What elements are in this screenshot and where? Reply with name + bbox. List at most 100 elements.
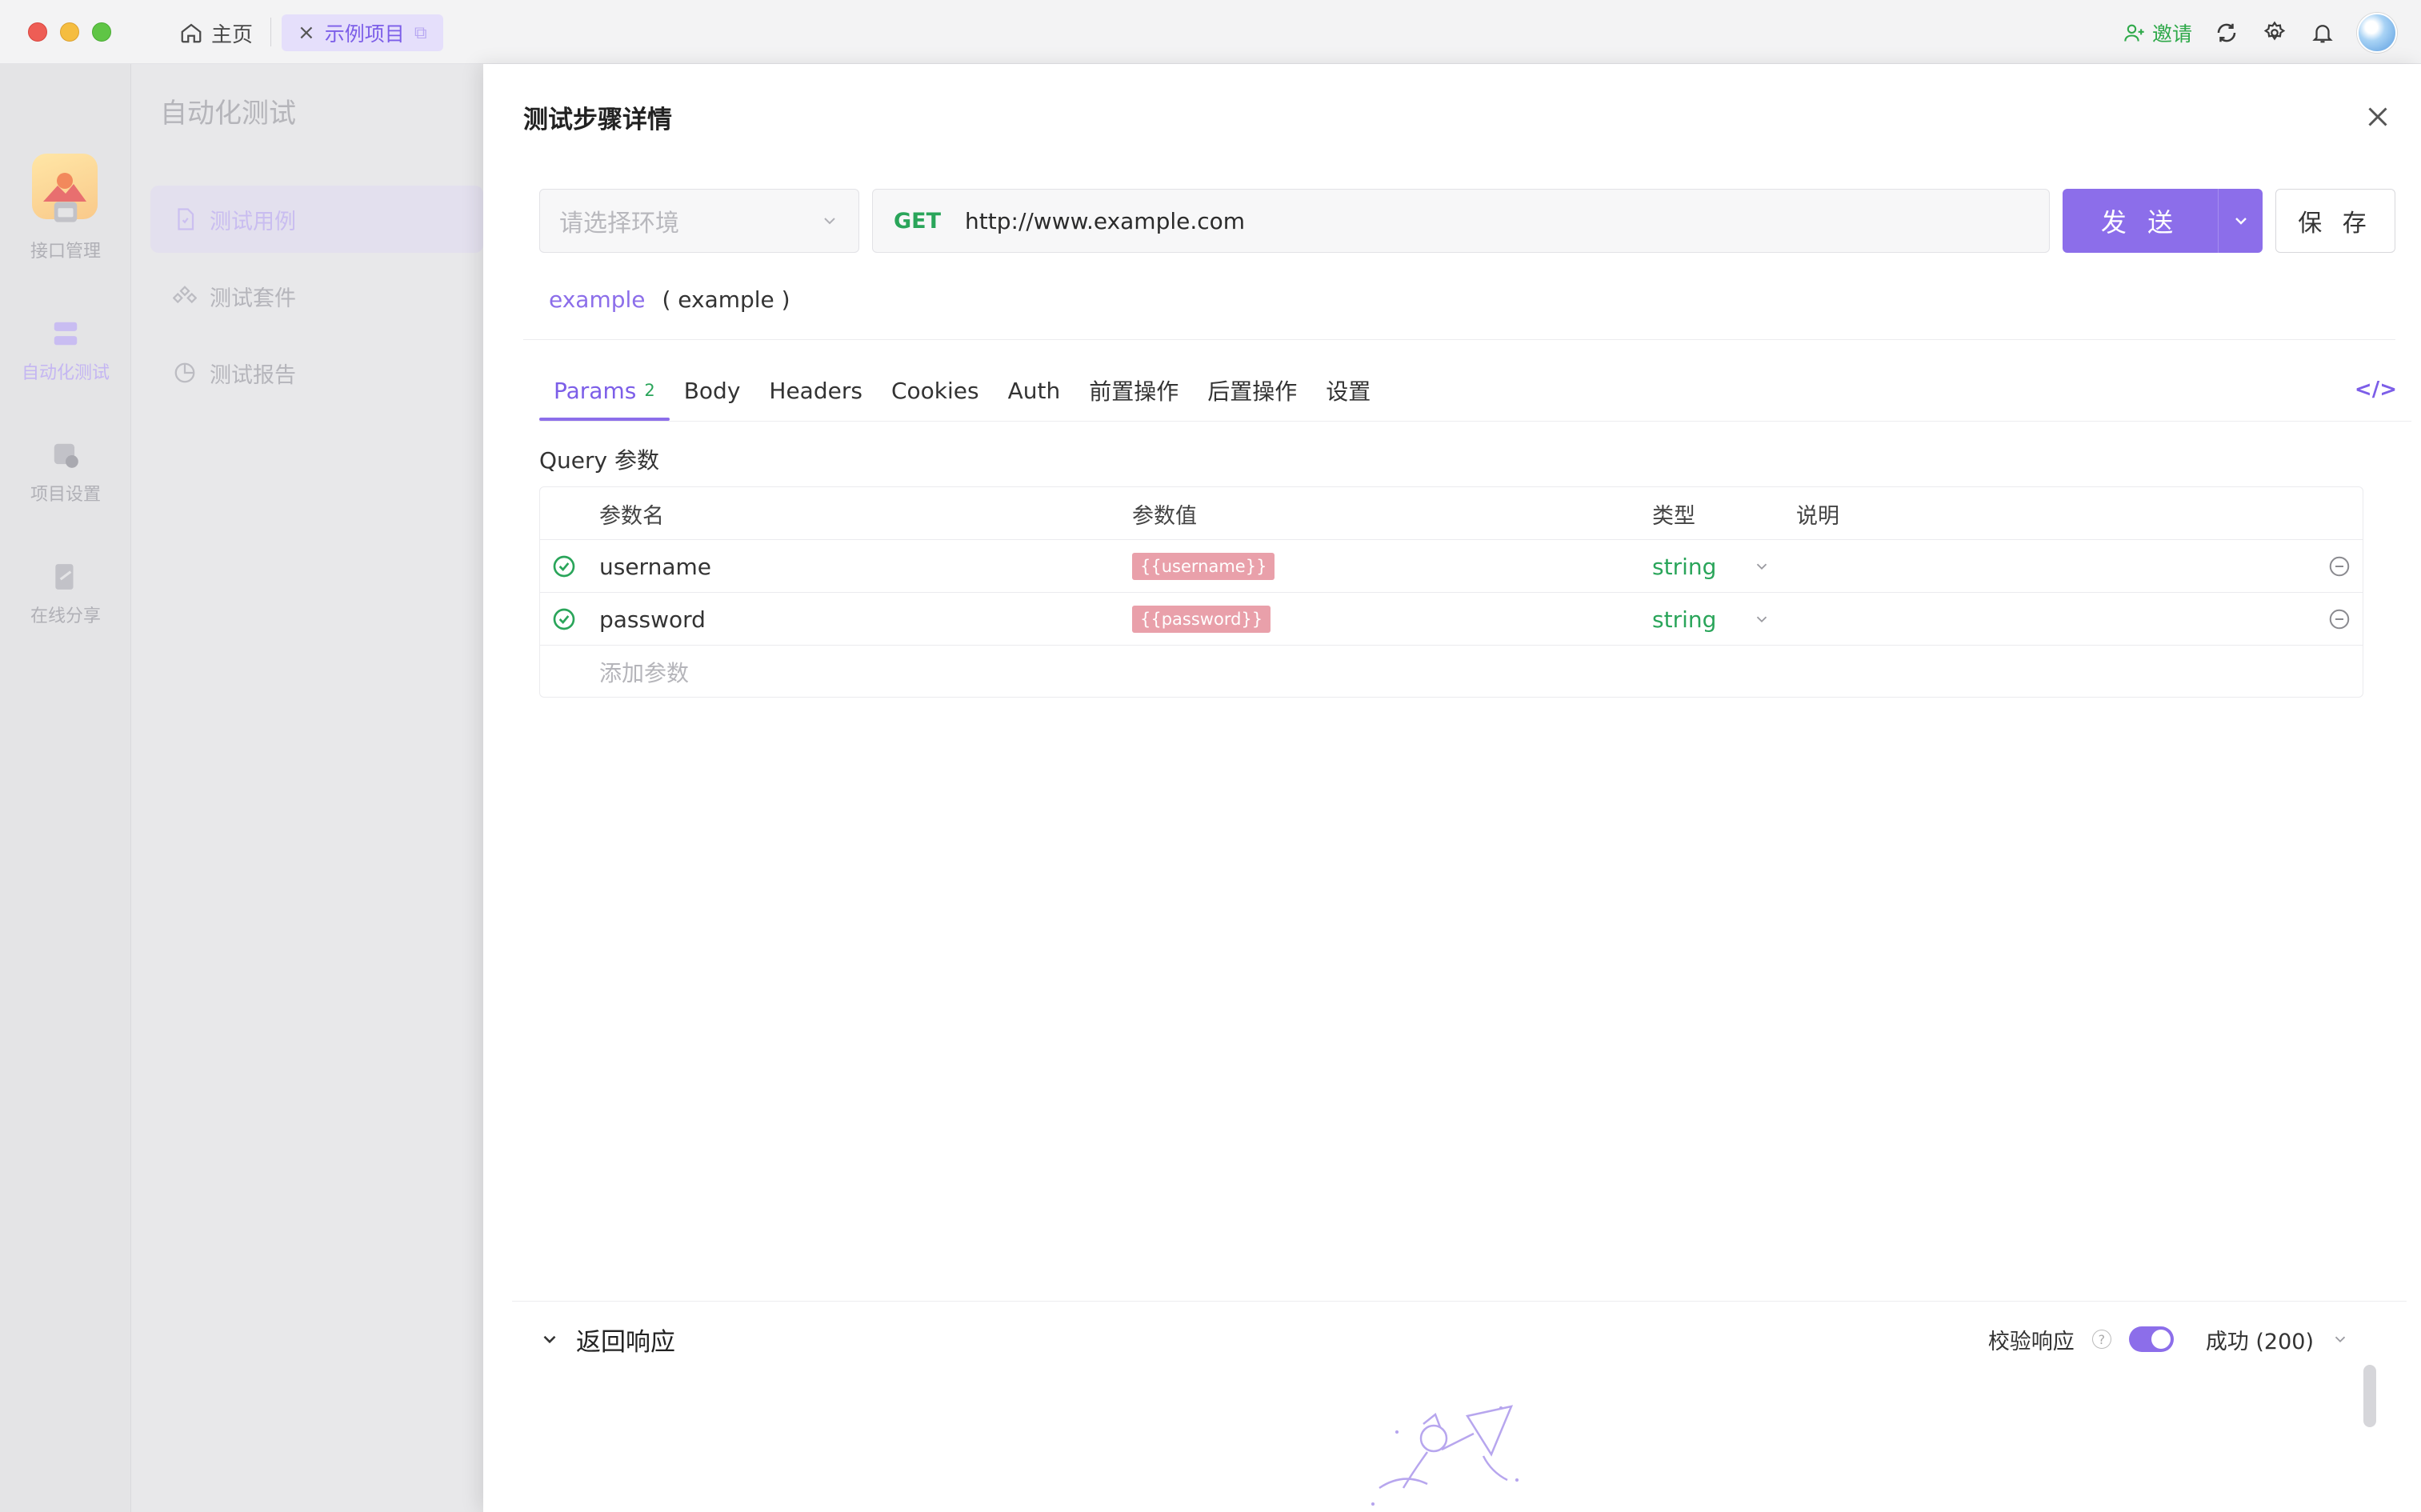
response-controls: 校验响应 ? 成功 (200) bbox=[1988, 1317, 2349, 1362]
api-icon bbox=[54, 202, 78, 222]
rail-item-automation[interactable]: 自动化测试 bbox=[0, 318, 131, 414]
variable-tag: {{password}} bbox=[1132, 606, 1271, 633]
remove-param-button[interactable] bbox=[2327, 593, 2351, 646]
bell-icon bbox=[2312, 25, 2333, 43]
table-row: password {{password}} string bbox=[540, 593, 2363, 646]
validate-response-toggle[interactable] bbox=[2128, 1326, 2174, 1352]
project-settings-icon bbox=[54, 443, 78, 468]
help-icon[interactable]: ? bbox=[2091, 1330, 2111, 1349]
scrollbar-thumb[interactable] bbox=[2363, 1365, 2376, 1427]
tab-label: Auth bbox=[1007, 377, 1061, 404]
table-header-row: 参数名 参数值 类型 说明 bbox=[540, 487, 2363, 540]
sidebar-item-label: 测试用例 bbox=[210, 209, 296, 234]
chevron-down-icon bbox=[1757, 616, 1767, 623]
step-link[interactable]: example bbox=[549, 286, 646, 313]
window-zoom-button[interactable] bbox=[92, 22, 111, 42]
param-name-cell[interactable]: password bbox=[599, 593, 706, 646]
rail-item-share[interactable]: 在线分享 bbox=[0, 562, 131, 658]
environment-select[interactable]: 请选择环境 bbox=[539, 189, 859, 253]
window-close-button[interactable] bbox=[28, 22, 47, 42]
url-value: http://www.example.com bbox=[965, 207, 1246, 234]
home-icon bbox=[181, 23, 202, 43]
tab-auth[interactable]: Auth bbox=[994, 360, 1075, 421]
query-params-title: Query 参数 bbox=[539, 447, 659, 474]
step-name: example ( example ) bbox=[549, 286, 790, 313]
tab-body[interactable]: Body bbox=[670, 360, 755, 421]
http-method-label[interactable]: GET bbox=[894, 209, 941, 234]
notifications-button[interactable] bbox=[2309, 19, 2336, 46]
tab-pre-operations[interactable]: 前置操作 bbox=[1074, 360, 1193, 421]
tab-label: Params bbox=[554, 377, 637, 404]
tab-count-badge: 2 bbox=[644, 381, 655, 400]
param-type-select[interactable]: string bbox=[1652, 540, 1771, 593]
sync-button[interactable] bbox=[2213, 19, 2240, 46]
send-button[interactable]: 发 送 bbox=[2063, 189, 2218, 253]
copy-icon[interactable]: ⧉ bbox=[414, 23, 427, 43]
invite-label: 邀请 bbox=[2151, 22, 2192, 46]
rail-item-label: 接口管理 bbox=[30, 242, 101, 262]
chevron-down-icon bbox=[824, 218, 835, 225]
sidebar-item-test-reports[interactable]: 测试报告 bbox=[150, 339, 483, 406]
send-options-button[interactable] bbox=[2218, 189, 2263, 253]
column-header: 类型 bbox=[1652, 503, 1695, 529]
param-value-cell[interactable]: {{username}} bbox=[1132, 540, 1275, 593]
tab-params[interactable]: Params 2 bbox=[539, 360, 670, 421]
environment-placeholder: 请选择环境 bbox=[559, 210, 679, 238]
chevron-down-icon bbox=[2335, 1336, 2346, 1343]
divider bbox=[512, 1301, 2407, 1302]
tab-cookies[interactable]: Cookies bbox=[877, 360, 994, 421]
check-circle-icon bbox=[553, 608, 575, 630]
param-name-cell[interactable]: username bbox=[599, 540, 711, 593]
chevron-down-icon bbox=[1757, 563, 1767, 570]
code-view-icon[interactable]: </> bbox=[2355, 378, 2397, 402]
param-enabled-checkbox[interactable] bbox=[551, 593, 578, 646]
url-input[interactable]: GET http://www.example.com bbox=[872, 189, 2050, 253]
add-param-input[interactable]: 添加参数 bbox=[599, 646, 689, 698]
param-enabled-checkbox[interactable] bbox=[551, 540, 578, 593]
window-minimize-button[interactable] bbox=[60, 22, 79, 42]
divider bbox=[523, 339, 2395, 340]
invite-button[interactable]: 邀请 bbox=[2123, 18, 2192, 47]
chevron-down-icon bbox=[2235, 218, 2247, 225]
response-status-select[interactable]: 成功 (200) bbox=[2206, 1324, 2314, 1355]
automation-icon bbox=[54, 322, 78, 346]
share-icon bbox=[55, 564, 74, 590]
tab-close-icon[interactable]: × bbox=[298, 21, 315, 45]
param-type-select[interactable]: string bbox=[1652, 593, 1771, 646]
tab-settings[interactable]: 设置 bbox=[1311, 360, 1385, 421]
drawer-close-button[interactable] bbox=[2363, 102, 2392, 131]
test-report-icon bbox=[174, 362, 195, 383]
minus-circle-icon bbox=[2329, 556, 2350, 577]
rail-item-project-settings[interactable]: 项目设置 bbox=[0, 440, 131, 536]
tab-headers[interactable]: Headers bbox=[754, 360, 877, 421]
user-avatar[interactable] bbox=[2357, 13, 2397, 53]
column-header: 参数名 bbox=[599, 503, 664, 529]
step-name-label: ( example ) bbox=[662, 286, 790, 313]
tab-post-operations[interactable]: 后置操作 bbox=[1193, 360, 1311, 421]
settings-button[interactable] bbox=[2261, 19, 2288, 46]
sidebar-item-test-cases[interactable]: 测试用例 bbox=[150, 186, 483, 253]
gear-icon bbox=[2263, 21, 2286, 41]
rail-item-label: 自动化测试 bbox=[21, 363, 110, 383]
table-row-add: 添加参数 bbox=[540, 646, 2363, 698]
tab-label: Body bbox=[683, 377, 741, 404]
param-type-value: string bbox=[1652, 606, 1717, 633]
sidebar-item-test-suites[interactable]: 测试套件 bbox=[150, 262, 483, 330]
rail-item-api[interactable]: 接口管理 bbox=[0, 197, 131, 293]
test-case-icon bbox=[178, 208, 194, 230]
tab-project[interactable]: × 示例项目 ⧉ bbox=[282, 14, 443, 51]
column-header: 说明 bbox=[1796, 503, 1839, 529]
param-type-value: string bbox=[1652, 553, 1717, 580]
title-bar: 主页 × 示例项目 ⧉ 邀请 bbox=[0, 0, 2421, 64]
save-button[interactable]: 保 存 bbox=[2275, 189, 2395, 253]
table-row: username {{username}} string bbox=[540, 540, 2363, 593]
tab-label: Cookies bbox=[890, 377, 979, 404]
request-tabs: Params 2 Body Headers Cookies Auth 前置操作 … bbox=[539, 360, 1385, 421]
chevron-down-icon bbox=[543, 1335, 556, 1344]
sidebar-item-label: 测试套件 bbox=[210, 286, 296, 311]
param-value-cell[interactable]: {{password}} bbox=[1132, 593, 1271, 646]
tab-home-label: 主页 bbox=[211, 22, 254, 47]
remove-param-button[interactable] bbox=[2327, 540, 2351, 593]
response-section-toggle[interactable]: 返回响应 bbox=[539, 1317, 675, 1362]
tab-home[interactable]: 主页 bbox=[170, 14, 262, 51]
